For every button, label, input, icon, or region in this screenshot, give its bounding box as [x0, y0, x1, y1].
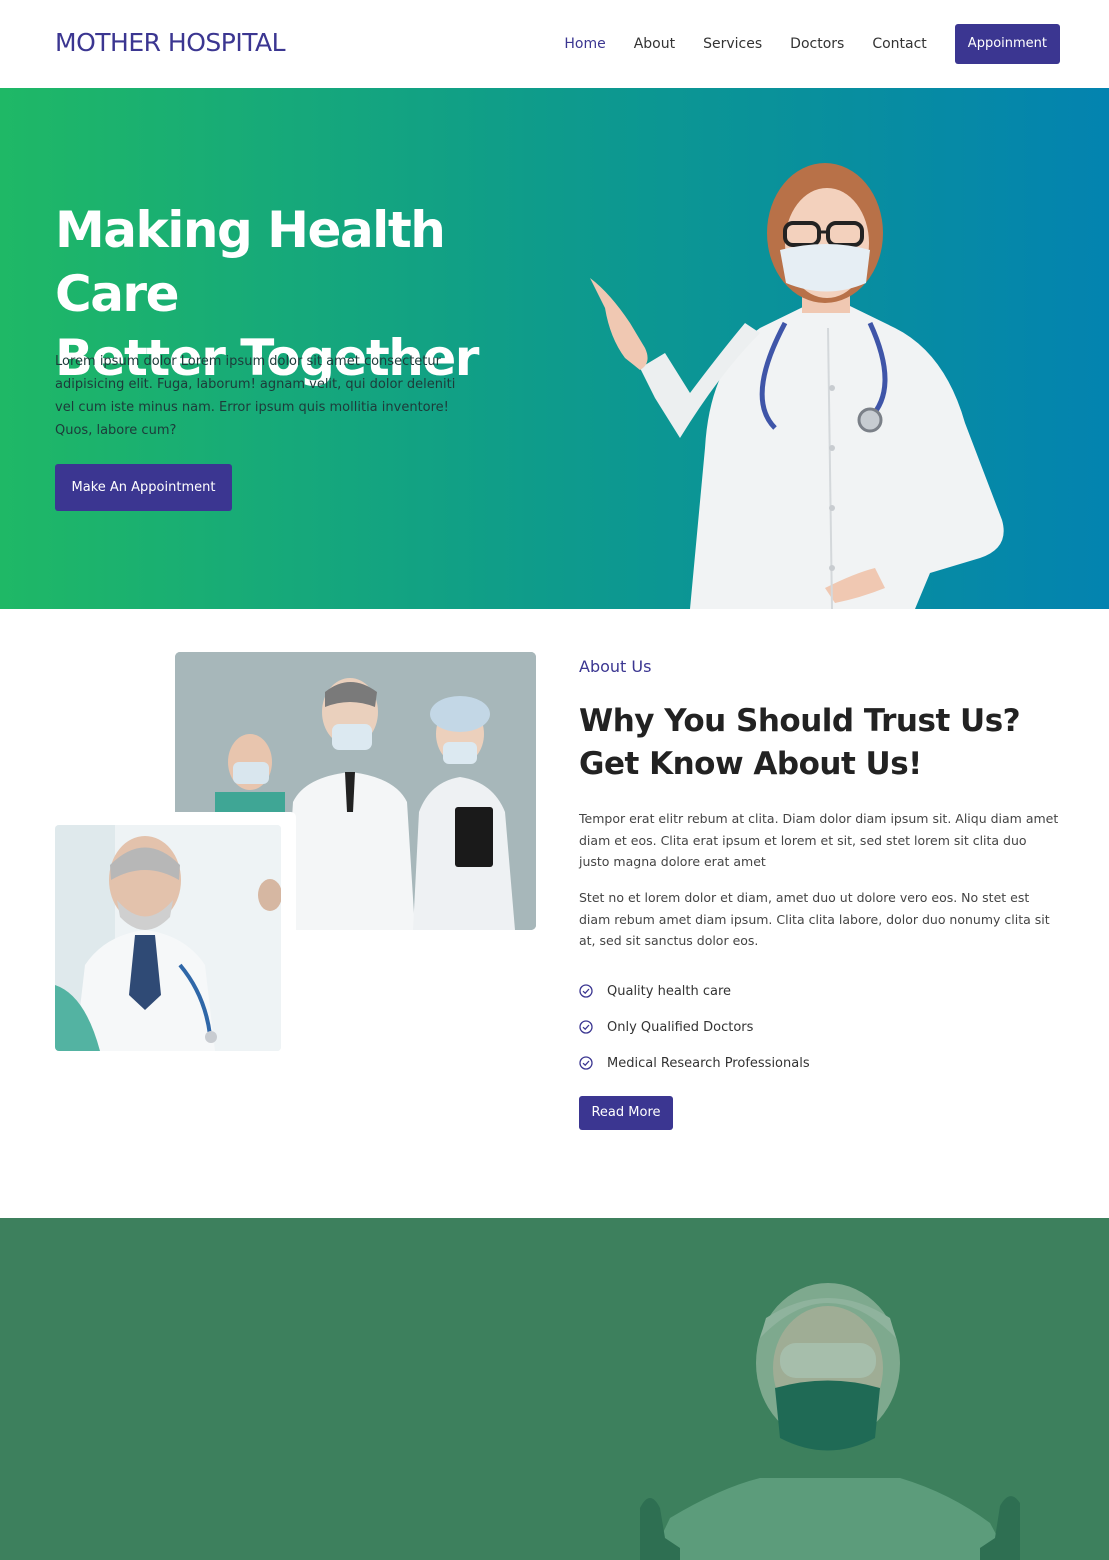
checklist-item-label: Only Qualified Doctors [607, 1019, 754, 1035]
main-nav: Home About Services Doctors Contact Appo… [564, 24, 1060, 64]
nav-services[interactable]: Services [703, 36, 762, 52]
check-circle-icon [579, 1056, 593, 1070]
hero-section: Making Health Care Better Together Lorem… [0, 88, 1109, 609]
checklist-item: Only Qualified Doctors [579, 1009, 810, 1045]
check-circle-icon [579, 1020, 593, 1034]
make-appointment-button[interactable]: Make An Appointment [55, 464, 232, 511]
about-title-line2: Get Know About Us! [579, 746, 922, 782]
smiling-doctor-image [55, 825, 281, 1051]
hero-title-line1: Making Health Care [55, 201, 446, 323]
checklist-item: Quality health care [579, 973, 810, 1009]
checklist-item-label: Medical Research Professionals [607, 1055, 810, 1071]
nav-about[interactable]: About [634, 36, 675, 52]
about-title: Why You Should Trust Us? Get Know About … [579, 700, 1059, 786]
doctor-hero-image [590, 163, 1004, 609]
about-paragraph-1: Tempor erat elitr rebum at clita. Diam d… [579, 811, 1059, 869]
about-paragraph-2: Stet no et lorem dolor et diam, amet duo… [579, 890, 1050, 948]
nav-home[interactable]: Home [564, 36, 605, 52]
checklist-item: Medical Research Professionals [579, 1045, 810, 1081]
nav-doctors[interactable]: Doctors [790, 36, 844, 52]
smiling-doctor-illustration [55, 825, 281, 1051]
appointment-button[interactable]: Appoinment [954, 24, 1060, 64]
checklist-item-label: Quality health care [607, 983, 732, 999]
navbar: MOTHER HOSPITAL Home About Services Doct… [0, 0, 1109, 88]
read-more-button[interactable]: Read More [579, 1096, 673, 1130]
surgeon-thumbs-up-image [640, 1283, 1020, 1560]
about-eyebrow: About Us [579, 657, 652, 676]
bottom-banner [0, 1218, 1109, 1560]
nav-contact[interactable]: Contact [872, 36, 926, 52]
brand-logo[interactable]: MOTHER HOSPITAL [55, 28, 286, 57]
about-checklist: Quality health care Only Qualified Docto… [579, 973, 810, 1081]
about-title-line1: Why You Should Trust Us? [579, 703, 1021, 739]
check-circle-icon [579, 984, 593, 998]
hero-description: Lorem ipsum dolor Lorem ipsum dolor sit … [55, 354, 456, 438]
